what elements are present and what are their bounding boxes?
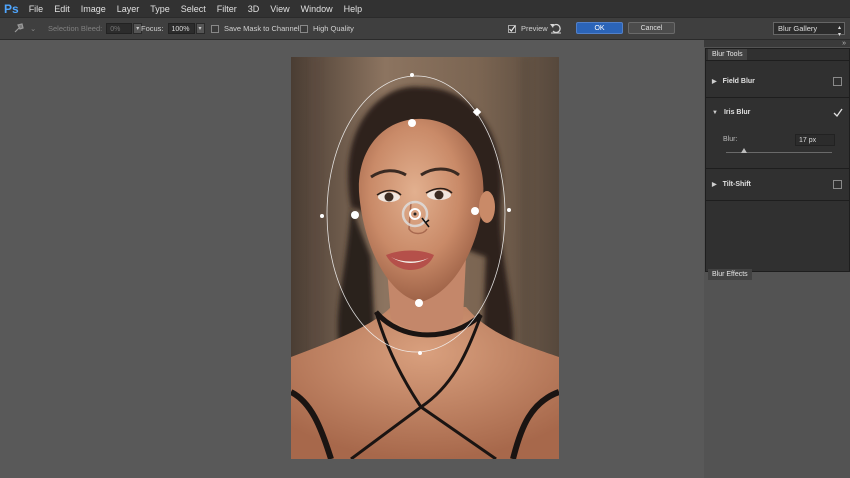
menu-image[interactable]: Image [81,4,106,14]
collapse-arrow-icon: ▼ [712,109,718,116]
preview-label: Preview [521,24,548,33]
iris-blur-checkbox[interactable] [833,108,843,118]
undo-icon [549,22,563,36]
menu-file[interactable]: File [29,4,44,14]
iris-blur-label: Iris Blur [723,109,751,116]
blur-amount-label: Blur: [723,136,738,143]
menu-3d[interactable]: 3D [248,4,260,14]
blur-gallery-value: Blur Gallery [778,24,818,33]
photoshop-logo: Ps [4,1,19,16]
canvas-image[interactable] [291,57,559,459]
expand-arrow-icon: ▶ [712,79,717,85]
blur-slider-thumb[interactable] [741,148,748,153]
tilt-shift-label: Tilt-Shift [722,181,751,188]
expand-arrow-icon: ▶ [712,182,717,188]
field-blur-section: ▶ Field Blur [706,66,849,98]
menu-help[interactable]: Help [344,4,363,14]
tilt-shift-checkbox[interactable] [833,180,842,189]
options-bar: ⌄ Selection Bleed: 0% ▾ Focus: 100% ▾ Sa… [0,17,850,40]
preview-checkbox[interactable] [508,24,516,33]
cancel-button[interactable]: Cancel [628,22,675,34]
focus-label: Focus: [141,24,164,33]
high-quality-checkbox[interactable] [300,24,308,33]
menu-view[interactable]: View [270,4,289,14]
save-mask-checkbox[interactable] [211,24,219,33]
blur-gallery-select[interactable]: Blur Gallery ▴ ▾ [773,22,845,38]
iris-blur-header[interactable]: ▼ Iris Blur [712,109,750,116]
iris-blur-section: ▼ Iris Blur Blur: 17 px [706,99,849,169]
tilt-shift-header[interactable]: ▶ Tilt-Shift [712,181,751,188]
field-blur-header[interactable]: ▶ Field Blur [712,78,755,85]
menu-type[interactable]: Type [150,4,170,14]
tab-blur-effects[interactable]: Blur Effects [708,269,752,280]
field-blur-checkbox[interactable] [833,77,842,86]
reset-button[interactable] [549,18,563,39]
chevron-down-icon: ⌄ [30,24,37,33]
selection-bleed-field[interactable]: 0% [106,23,133,34]
ok-button[interactable]: OK [576,22,623,34]
high-quality-label: High Quality [313,24,354,33]
focus-dropdown[interactable]: ▾ [195,23,205,34]
menu-bar: Ps File Edit Image Layer Type Select Fil… [0,0,850,17]
dropdown-arrows-icon: ▴ ▾ [837,25,841,38]
save-mask-label: Save Mask to Channels [224,24,304,33]
menu-window[interactable]: Window [301,4,333,14]
menu-edit[interactable]: Edit [54,4,70,14]
photo-with-iris-overlay [291,57,559,459]
menu-select[interactable]: Select [181,4,206,14]
tool-preset-picker[interactable]: ⌄ [12,18,36,39]
tilt-shift-section: ▶ Tilt-Shift [706,169,849,201]
field-blur-label: Field Blur [722,78,755,85]
collapse-panel-icon[interactable]: » [704,40,850,47]
menu-layer[interactable]: Layer [117,4,140,14]
pin-icon [12,22,26,36]
menu-filter[interactable]: Filter [217,4,237,14]
blur-amount-field[interactable]: 17 px [795,134,835,146]
blur-tools-panel: » Blur Tools ▶ Field Blur ▼ Iris Blur Bl… [704,40,850,478]
focus-field[interactable]: 100% [167,23,195,34]
selection-bleed-label: Selection Bleed: [48,24,103,33]
